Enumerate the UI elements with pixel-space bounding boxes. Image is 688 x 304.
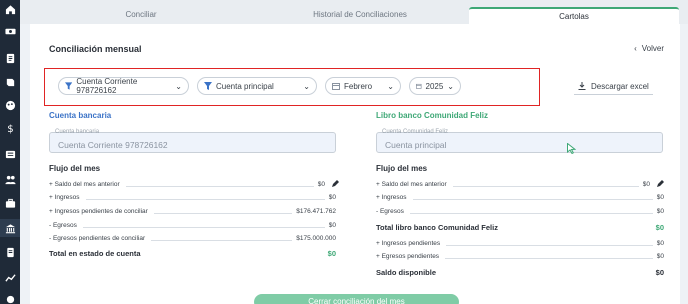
book-row: + Saldo del mes anterior $0 bbox=[376, 178, 664, 190]
filter-icon bbox=[65, 82, 73, 90]
row-value: $175.000.000 bbox=[296, 234, 336, 242]
row-label: + Saldo del mes anterior bbox=[376, 180, 447, 188]
row-value: $0 bbox=[642, 180, 650, 188]
book-row: - Egresos $0 bbox=[376, 205, 664, 217]
bank-section-title: Cuenta bancaria bbox=[49, 111, 112, 120]
row-value: $0 bbox=[317, 180, 325, 188]
row-label: - Egresos pendientes de conciliar bbox=[49, 234, 146, 242]
home-icon[interactable] bbox=[3, 2, 17, 16]
row-value: $0 bbox=[328, 193, 336, 201]
settings-icon[interactable] bbox=[3, 292, 17, 304]
bank-flow-title: Flujo del mes bbox=[49, 164, 101, 173]
book-account-field[interactable]: Cuenta principal bbox=[376, 132, 663, 153]
row-label: + Ingresos pendientes bbox=[376, 239, 441, 247]
tab-cartolas[interactable]: Cartolas bbox=[469, 7, 679, 24]
book-select[interactable]: Cuenta principal ⌄ bbox=[197, 77, 317, 95]
row-label: + Ingresos pendientes de conciliar bbox=[49, 207, 148, 215]
balance-label: Saldo disponible bbox=[376, 267, 437, 277]
bank-row: + Ingresos $0 bbox=[49, 191, 336, 203]
bank-row: - Egresos pendientes de conciliar $175.00… bbox=[49, 232, 336, 244]
book-total-value: $0 bbox=[655, 222, 664, 232]
chevron-down-icon: ⌄ bbox=[387, 81, 394, 91]
bank-account-label: Cuenta bancaria bbox=[55, 129, 100, 135]
row-label: - Egresos bbox=[376, 207, 404, 215]
bank-total-label: Total en estado de cuenta bbox=[49, 248, 141, 258]
calendar-icon bbox=[416, 83, 422, 89]
month-select[interactable]: Febrero ⌄ bbox=[325, 77, 401, 95]
users-icon[interactable] bbox=[3, 172, 17, 186]
book-total-row: Total libro banco Comunidad Feliz $0 bbox=[376, 221, 664, 233]
download-excel-button[interactable]: Descargar excel bbox=[574, 78, 653, 95]
row-value: $0 bbox=[656, 252, 664, 260]
calendar-icon bbox=[332, 83, 340, 90]
chevron-down-icon: ⌄ bbox=[175, 81, 182, 91]
pencil-icon[interactable] bbox=[656, 180, 664, 188]
bank-total-row: Total en estado de cuenta $0 bbox=[49, 247, 336, 259]
document-icon[interactable] bbox=[3, 51, 17, 65]
tab-conciliar[interactable]: Conciliar bbox=[80, 7, 202, 24]
main-card: Conciliación mensual ‹ Volver Cuenta Cor… bbox=[30, 24, 680, 304]
book-icon[interactable] bbox=[3, 75, 17, 89]
filter-icon bbox=[204, 82, 212, 90]
book-account-label: Cuenta Comunidad Feliz bbox=[382, 129, 449, 135]
money-icon[interactable] bbox=[3, 24, 17, 38]
year-select-value: 2025 bbox=[425, 81, 444, 91]
bank-account-field[interactable]: Cuenta Corriente 978726162 bbox=[49, 132, 336, 153]
bank-total-value: $0 bbox=[327, 248, 336, 258]
row-label: + Saldo del mes anterior bbox=[49, 180, 120, 188]
row-label: + Ingresos bbox=[49, 193, 80, 201]
palette-icon[interactable] bbox=[3, 98, 17, 112]
download-excel-label: Descargar excel bbox=[591, 81, 649, 91]
sidebar: $ bbox=[0, 0, 20, 304]
bank-row: + Ingresos pendientes de conciliar $176.4… bbox=[49, 205, 336, 217]
row-label: - Egresos bbox=[49, 221, 77, 229]
svg-text:$: $ bbox=[7, 124, 13, 134]
account-select-value: Cuenta Corriente 978726162 bbox=[76, 77, 138, 95]
row-value: $176.471.762 bbox=[296, 207, 336, 215]
month-select-value: Febrero bbox=[344, 81, 373, 91]
bank-icon[interactable] bbox=[0, 219, 20, 237]
download-icon bbox=[578, 82, 586, 90]
row-value: $0 bbox=[328, 221, 336, 229]
row-label: + Ingresos bbox=[376, 193, 407, 201]
balance-value: $0 bbox=[655, 267, 664, 277]
chart-icon[interactable] bbox=[3, 270, 17, 284]
back-link[interactable]: ‹ Volver bbox=[634, 44, 664, 53]
book-row: + Ingresos pendientes $0 bbox=[376, 237, 664, 249]
pencil-icon[interactable] bbox=[331, 180, 339, 188]
row-value: $0 bbox=[656, 207, 664, 215]
book-row: + Ingresos $0 bbox=[376, 191, 664, 203]
book-total-label: Total libro banco Comunidad Feliz bbox=[376, 222, 498, 232]
receipt-icon[interactable] bbox=[3, 245, 17, 259]
row-value: $0 bbox=[656, 193, 664, 201]
book-section-title: Libro banco Comunidad Feliz bbox=[376, 111, 488, 120]
book-select-value: Cuenta principal bbox=[216, 81, 274, 91]
page-title: Conciliación mensual bbox=[49, 44, 142, 54]
back-label: Volver bbox=[641, 44, 664, 53]
book-row: + Egresos pendientes $0 bbox=[376, 250, 664, 262]
bank-row: - Egresos $0 bbox=[49, 219, 336, 231]
list-icon[interactable] bbox=[3, 147, 17, 161]
chevron-down-icon: ⌄ bbox=[447, 81, 454, 91]
briefcase-icon[interactable] bbox=[3, 196, 17, 210]
chevron-left-icon: ‹ bbox=[634, 44, 637, 53]
close-reconciliation-button[interactable]: Cerrar conciliación del mes bbox=[254, 294, 459, 304]
bank-row: + Saldo del mes anterior $0 bbox=[49, 178, 339, 190]
cursor-icon bbox=[567, 143, 576, 154]
chevron-down-icon: ⌄ bbox=[303, 81, 310, 91]
book-flow-title: Flujo del mes bbox=[376, 164, 428, 173]
tab-historial[interactable]: Historial de Conciliaciones bbox=[280, 7, 440, 24]
account-select[interactable]: Cuenta Corriente 978726162 ⌄ bbox=[58, 77, 189, 95]
row-value: $0 bbox=[656, 239, 664, 247]
year-select[interactable]: 2025 ⌄ bbox=[409, 77, 461, 95]
balance-row: Saldo disponible $0 bbox=[376, 266, 664, 278]
dollar-icon[interactable]: $ bbox=[3, 121, 17, 135]
tab-bar: Conciliar Historial de Conciliaciones Ca… bbox=[20, 0, 688, 24]
row-label: + Egresos pendientes bbox=[376, 252, 440, 260]
